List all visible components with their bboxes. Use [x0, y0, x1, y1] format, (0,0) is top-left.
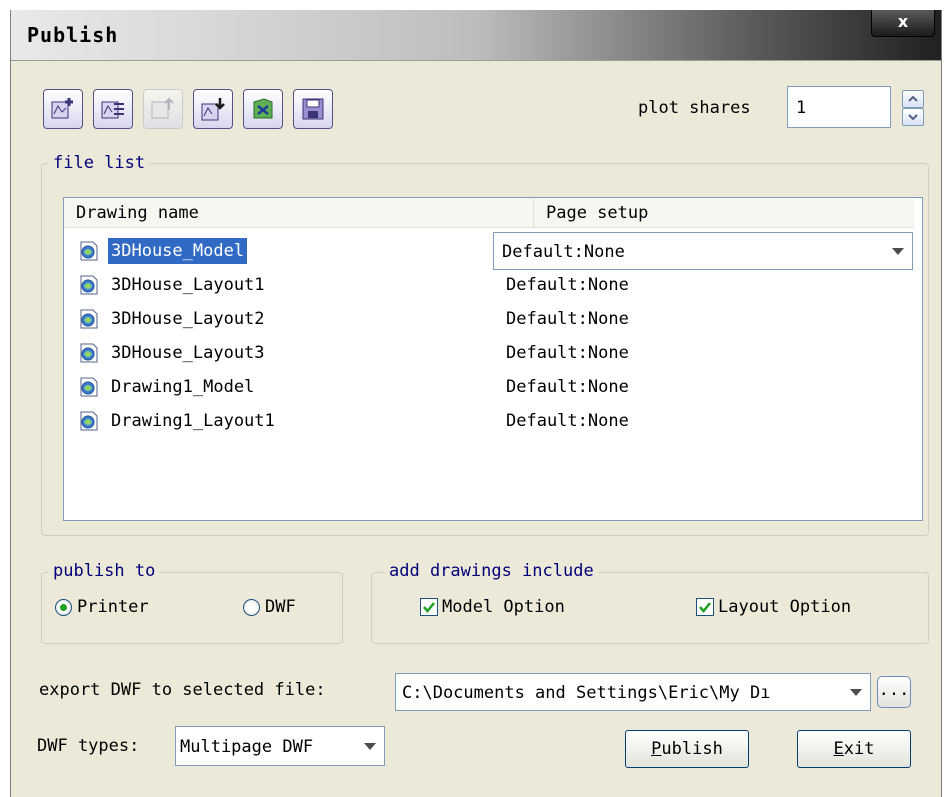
plot-shares-label: plot shares — [638, 98, 751, 118]
exit-button[interactable]: Exit — [797, 730, 911, 768]
publish-button-label: ublish — [661, 739, 723, 759]
page-setup-value: Default:None — [506, 275, 629, 295]
browse-button-label: ... — [878, 680, 910, 700]
chevron-down-icon — [850, 689, 862, 696]
export-dwf-label: export DWF to selected file: — [39, 680, 326, 700]
file-list-row[interactable]: 3DHouse_Layout2 Default:None — [78, 302, 898, 336]
add-sheets-button[interactable] — [43, 89, 83, 129]
page-setup-value: Default:None — [506, 343, 629, 363]
layout-option-checkbox-item[interactable]: Layout Option — [696, 596, 896, 620]
drawing-name: 3DHouse_Layout2 — [111, 309, 265, 329]
publish-to-group-title: publish to — [49, 561, 160, 581]
page-setup-dropdown-value: Default:None — [502, 242, 625, 262]
check-mark-icon — [699, 602, 711, 613]
plot-shares-spinner[interactable] — [902, 90, 924, 126]
spin-up-button[interactable] — [902, 90, 924, 108]
column-header-page-setup-label: Page setup — [546, 203, 649, 223]
model-option-checkbox[interactable] — [420, 598, 438, 616]
radio-selected-dot — [60, 604, 67, 611]
dwf-types-dropdown[interactable]: Multipage DWF — [175, 726, 385, 766]
move-sheet-up-icon — [151, 97, 174, 119]
save-sheet-list-icon — [302, 98, 324, 120]
remove-sheets-button[interactable] — [93, 89, 133, 129]
column-header-drawing-name[interactable]: Drawing name — [64, 198, 534, 228]
printer-radio-option[interactable]: Printer — [55, 596, 181, 620]
column-header-drawing-name-label: Drawing name — [76, 203, 199, 223]
move-sheet-down-icon — [201, 98, 225, 121]
layout-option-checkbox[interactable] — [696, 598, 714, 616]
export-path-combobox[interactable]: C:\Documents and Settings\Eric\My Dı — [395, 673, 871, 711]
drawing-name: 3DHouse_Layout1 — [111, 275, 265, 295]
file-list[interactable]: Drawing name Page setup 3DHouse_Model 3DH… — [63, 197, 923, 521]
dwf-radio-label: DWF — [265, 597, 296, 617]
exit-button-label: xit — [843, 739, 875, 759]
drawing-file-icon — [80, 377, 98, 397]
layout-option-label: Layout Option — [718, 597, 852, 617]
page-setup-value: Default:None — [506, 411, 629, 431]
publish-button[interactable]: Publish — [625, 730, 749, 768]
drawing-name: Drawing1_Layout1 — [111, 411, 275, 431]
page-setup-dropdown[interactable]: Default:None — [493, 232, 913, 270]
chevron-up-icon — [908, 95, 918, 102]
chevron-down-icon — [892, 248, 904, 255]
drawing-file-icon — [80, 411, 98, 431]
file-list-row[interactable]: 3DHouse_Layout3 Default:None — [78, 336, 898, 370]
save-sheet-list-button[interactable] — [293, 89, 333, 129]
model-option-checkbox-item[interactable]: Model Option — [420, 596, 610, 620]
printer-radio-label: Printer — [77, 597, 149, 617]
dwf-types-label: DWF types: — [37, 736, 140, 756]
title-bar[interactable]: Publish x — [11, 10, 941, 61]
file-list-row[interactable]: Drawing1_Model Default:None — [78, 370, 898, 404]
add-drawings-group-title: add drawings include — [385, 561, 598, 581]
remove-sheets-icon — [101, 101, 124, 119]
exit-button-mnemonic: E — [833, 739, 844, 759]
publish-dialog: Publish x plot shares 1 file list Drawin… — [10, 10, 942, 797]
load-sheet-list-button[interactable] — [243, 89, 283, 129]
browse-button[interactable]: ... — [877, 676, 911, 708]
close-button[interactable]: x — [871, 10, 935, 37]
drawing-file-icon — [80, 275, 98, 295]
drawing-file-icon — [80, 343, 98, 363]
drawing-name: 3DHouse_Model — [108, 238, 248, 264]
drawing-file-icon — [80, 241, 98, 261]
page-setup-value: Default:None — [506, 309, 629, 329]
printer-radio[interactable] — [55, 599, 72, 616]
close-icon: x — [897, 12, 909, 31]
model-option-label: Model Option — [442, 597, 565, 617]
dwf-radio-option[interactable]: DWF — [243, 596, 323, 620]
column-header-page-setup[interactable]: Page setup — [534, 198, 914, 228]
publish-button-mnemonic: P — [651, 739, 662, 759]
export-path-value: C:\Documents and Settings\Eric\My Dı — [402, 683, 771, 703]
add-sheets-icon — [51, 98, 73, 119]
move-sheet-down-button[interactable] — [193, 89, 233, 129]
drawing-name: 3DHouse_Layout3 — [111, 343, 265, 363]
chevron-down-icon — [908, 114, 918, 121]
dwf-types-value: Multipage DWF — [180, 737, 314, 757]
load-sheet-list-icon — [253, 98, 273, 119]
spin-down-button[interactable] — [902, 108, 924, 126]
page-setup-value: Default:None — [506, 377, 629, 397]
plot-shares-value: 1 — [796, 98, 807, 118]
chevron-down-icon — [364, 743, 376, 750]
file-list-group-title: file list — [49, 153, 150, 173]
plot-shares-input[interactable]: 1 — [787, 86, 891, 128]
drawing-file-icon — [80, 309, 98, 329]
check-mark-icon — [423, 602, 435, 613]
window-title: Publish — [27, 23, 119, 47]
move-sheet-up-button[interactable] — [143, 89, 183, 129]
dwf-radio[interactable] — [243, 599, 260, 616]
drawing-name: Drawing1_Model — [111, 377, 255, 397]
file-list-row[interactable]: Drawing1_Layout1 Default:None — [78, 404, 898, 438]
file-list-row[interactable]: 3DHouse_Layout1 Default:None — [78, 268, 898, 302]
